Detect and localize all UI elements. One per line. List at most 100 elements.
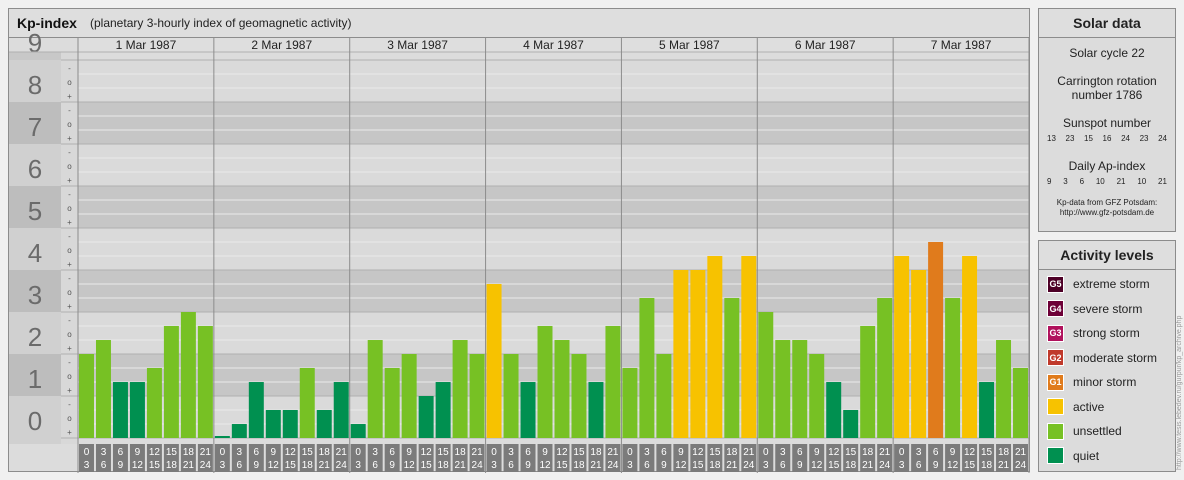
hour-end-label: 6	[508, 460, 514, 471]
kp-bar	[996, 340, 1012, 438]
kp-bar	[554, 340, 570, 438]
hour-end-label: 24	[200, 460, 212, 471]
hour-start-label: 18	[726, 447, 738, 458]
hour-end-label: 3	[491, 460, 497, 471]
hour-end-label: 12	[811, 460, 823, 471]
hour-start-label: 3	[644, 447, 650, 458]
activity-level-item: active	[1039, 395, 1175, 420]
minor-tick-symbol: o	[67, 372, 72, 381]
hour-end-label: 18	[438, 460, 450, 471]
activity-level-swatch	[1047, 422, 1064, 440]
hour-start-label: 0	[355, 447, 361, 458]
hour-end-label: 24	[472, 460, 484, 471]
hour-end-label: 24	[743, 460, 755, 471]
kp-bar	[1013, 367, 1028, 438]
activity-level-label: extreme storm	[1073, 277, 1150, 292]
activity-level-swatch	[1047, 398, 1064, 416]
hour-end-label: 15	[421, 460, 433, 471]
kp-bar	[792, 340, 808, 438]
minor-tick-symbol: -	[68, 400, 71, 409]
kp-bar	[775, 340, 791, 438]
kp-band	[78, 144, 1029, 186]
minor-tick-symbol: o	[67, 204, 72, 213]
kp-bar	[503, 354, 519, 438]
hour-start-label: 0	[627, 447, 633, 458]
hour-start-label: 0	[763, 447, 769, 458]
sunspot-label: Sunspot number	[1062, 116, 1152, 130]
kp-bar	[809, 354, 825, 438]
day-label: 2 Mar 1987	[251, 38, 312, 52]
sunspot-value: 23	[1139, 134, 1149, 143]
hour-start-label: 15	[302, 447, 314, 458]
kp-bar-chart: 0123456789+o-+o-+o-+o-+o-+o-+o-+o-+o-1 M…	[9, 28, 1030, 473]
kp-bar	[129, 382, 145, 438]
hour-end-label: 15	[964, 460, 976, 471]
hour-start-label: 18	[998, 447, 1010, 458]
sunspot-value: 23	[1065, 134, 1075, 143]
activity-level-label: severe storm	[1073, 301, 1143, 316]
kp-bar	[588, 382, 604, 438]
kp-bar	[333, 382, 349, 438]
minor-tick-symbol: +	[67, 428, 72, 437]
hour-start-label: 0	[491, 447, 497, 458]
hour-end-label: 12	[539, 460, 551, 471]
kp-bar	[928, 241, 944, 438]
y-tick-label: 5	[28, 196, 42, 226]
hour-end-label: 3	[220, 460, 226, 471]
source-credit: http://www.tesis.lebedev.ru/gurpur/kp_ar…	[1176, 315, 1183, 470]
kp-bar	[571, 354, 587, 438]
hour-end-label: 21	[862, 460, 874, 471]
kp-bar	[367, 340, 383, 438]
kp-bar	[741, 256, 757, 438]
kp-bar	[843, 409, 859, 438]
hour-start-label: 3	[508, 447, 514, 458]
source-line-2: http://www.gfz-potsdam.de	[1059, 208, 1155, 217]
hour-end-label: 21	[726, 460, 738, 471]
minor-tick-symbol: -	[68, 274, 71, 283]
hour-start-label: 21	[1015, 447, 1027, 458]
kp-bar	[282, 409, 298, 438]
activity-level-item: G4 severe storm	[1039, 297, 1175, 322]
kp-band	[78, 60, 1029, 102]
y-tick-label: 7	[28, 112, 42, 142]
hour-start-label: 15	[438, 447, 450, 458]
hour-start-label: 21	[743, 447, 755, 458]
hour-end-label: 9	[661, 460, 667, 471]
hour-end-label: 9	[933, 460, 939, 471]
minor-tick-symbol: -	[68, 316, 71, 325]
minor-tick-symbol: o	[67, 78, 72, 87]
hour-end-label: 6	[372, 460, 378, 471]
kp-bar	[622, 367, 638, 438]
hour-start-label: 9	[135, 447, 141, 458]
hour-end-label: 3	[84, 460, 90, 471]
hour-start-label: 9	[271, 447, 277, 458]
kp-bar	[707, 256, 723, 438]
minor-tick-symbol: -	[68, 358, 71, 367]
hour-end-label: 24	[1015, 460, 1027, 471]
day-label: 7 Mar 1987	[931, 38, 992, 52]
hour-end-label: 21	[998, 460, 1010, 471]
kp-bar	[962, 256, 978, 438]
hour-end-label: 18	[709, 460, 721, 471]
hour-start-label: 3	[372, 447, 378, 458]
hour-start-label: 3	[237, 447, 243, 458]
activity-levels-heading: Activity levels	[1039, 241, 1175, 270]
activity-level-label: strong storm	[1073, 326, 1140, 341]
kp-bar	[112, 382, 128, 438]
y-tick-label: 1	[28, 364, 42, 394]
hour-start-label: 15	[166, 447, 178, 458]
hour-start-label: 3	[916, 447, 922, 458]
kp-bar	[758, 312, 774, 438]
kp-band	[78, 102, 1029, 144]
hour-start-label: 6	[525, 447, 531, 458]
kp-bar	[656, 354, 672, 438]
hour-end-label: 15	[285, 460, 297, 471]
activity-level-item: G1 minor storm	[1039, 370, 1175, 395]
ap-index-value: 3	[1063, 177, 1068, 186]
hour-end-label: 18	[573, 460, 585, 471]
hour-end-label: 15	[556, 460, 568, 471]
kp-bar	[163, 325, 179, 438]
hour-end-label: 21	[455, 460, 467, 471]
hour-start-label: 12	[556, 447, 568, 458]
kp-bar	[520, 382, 536, 438]
